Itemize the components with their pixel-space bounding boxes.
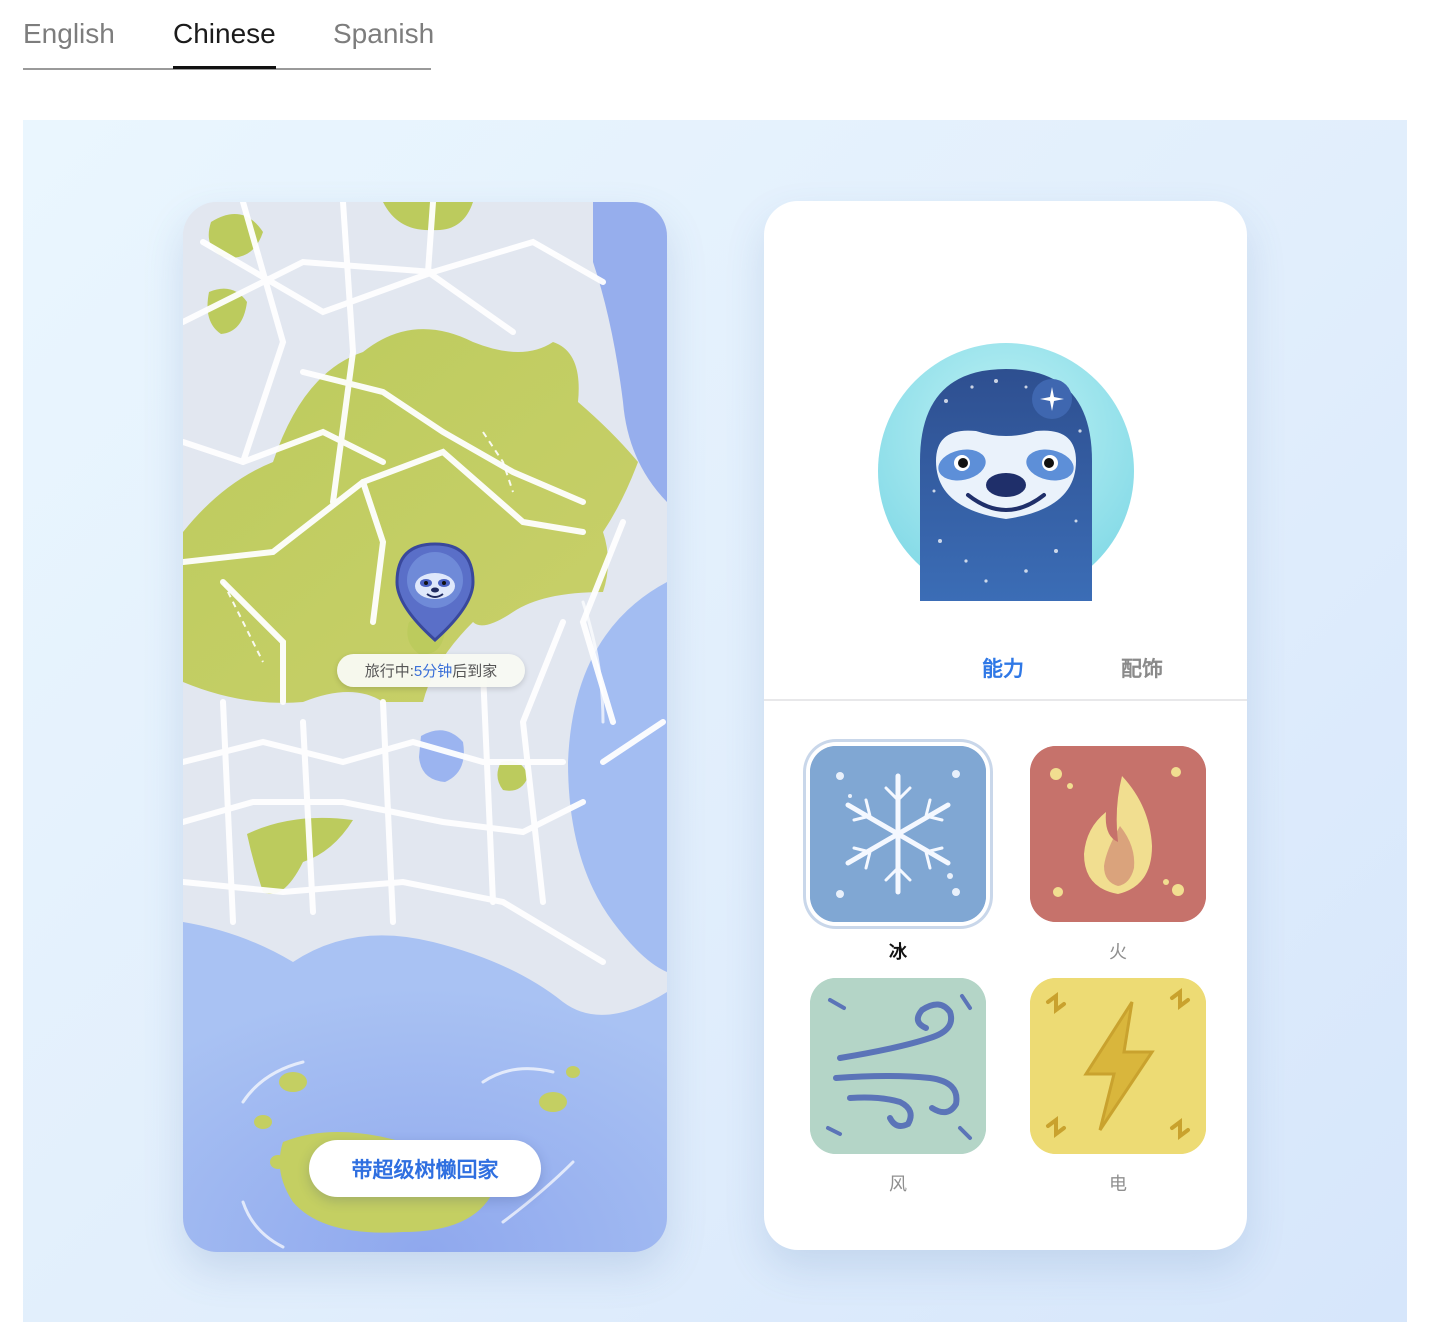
ability-lightning-tile <box>1030 978 1206 1154</box>
bring-sloth-home-button[interactable]: 带超级树懒回家 <box>309 1140 541 1197</box>
flame-icon <box>1030 746 1206 922</box>
ability-wind[interactable]: 风 <box>810 978 986 1196</box>
tab-english[interactable]: English <box>23 18 115 50</box>
ability-fire-tile <box>1030 746 1206 922</box>
tab-chinese[interactable]: Chinese <box>173 18 276 50</box>
tab-spanish[interactable]: Spanish <box>333 18 434 50</box>
ability-lightning[interactable]: 电 <box>1030 978 1206 1196</box>
ice-sloth-portrait-icon <box>878 343 1134 601</box>
status-eta: 5分钟 <box>413 663 453 680</box>
ability-fire[interactable]: 火 <box>1030 746 1206 964</box>
ability-fire-label: 火 <box>1109 942 1127 962</box>
tab-abilities[interactable]: 能力 <box>982 653 1024 683</box>
ability-ice-label: 冰 <box>889 942 907 962</box>
sloth-avatar <box>876 341 1136 601</box>
active-tab-indicator <box>173 66 276 69</box>
status-prefix: 旅行中: <box>364 663 414 680</box>
ability-ice[interactable]: 冰 <box>810 746 986 964</box>
map-illustration <box>183 202 667 1252</box>
ability-wind-tile <box>810 978 986 1154</box>
ability-ice-tile <box>810 746 986 922</box>
lightning-icon <box>1030 978 1206 1154</box>
tab-accessories[interactable]: 配饰 <box>1121 653 1163 683</box>
wind-icon <box>810 978 986 1154</box>
snowflake-icon <box>810 746 986 922</box>
ability-wind-label: 风 <box>889 1174 907 1194</box>
map-screen: 旅行中: 5分钟 后到家 带超级树懒回家 <box>183 202 667 1252</box>
status-suffix: 后到家 <box>452 663 498 680</box>
preview-stage: 旅行中: 5分钟 后到家 带超级树懒回家 能力 配饰 冰 火 风 电 <box>23 120 1407 1322</box>
travel-status-chip: 旅行中: 5分钟 后到家 <box>337 654 525 687</box>
profile-screen: 能力 配饰 冰 火 风 电 <box>764 201 1247 1250</box>
tab-divider <box>764 699 1247 701</box>
ability-lightning-label: 电 <box>1109 1174 1127 1194</box>
language-tab-bar: English Chinese Spanish <box>23 0 434 70</box>
